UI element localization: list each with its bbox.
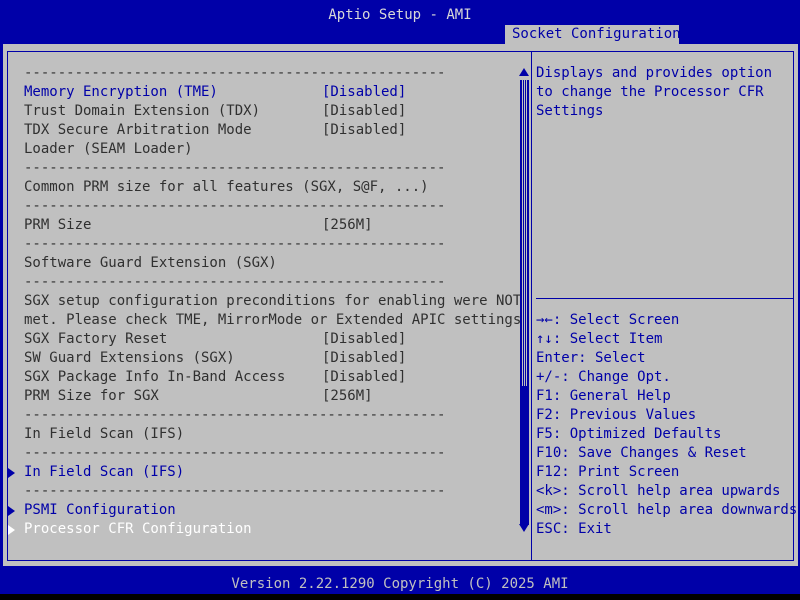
key-help-select-item: ↑↓: Select Item [536, 331, 663, 347]
key-help-f5: F5: Optimized Defaults [536, 426, 722, 442]
submenu-processor-cfr-configuration[interactable]: Processor CFR Configuration [24, 520, 252, 539]
section-heading-ifs: In Field Scan (IFS) [24, 426, 185, 442]
app-title: Aptio Setup - AMI [328, 7, 472, 23]
submenu-in-field-scan[interactable]: In Field Scan (IFS) [24, 463, 184, 482]
help-description-line: Settings [536, 103, 604, 119]
key-help-f1: F1: General Help [536, 388, 671, 404]
key-help-enter: Enter: Select [536, 350, 646, 366]
help-divider [536, 298, 794, 299]
setting-label-sw-guard: SW Guard Extensions (SGX) [24, 350, 235, 366]
separator: ----------------------------------------… [24, 160, 446, 176]
setting-label-tme[interactable]: Memory Encryption (TME) [24, 83, 218, 102]
submenu-arrow-icon [8, 463, 16, 482]
setting-value-sgx-factory-reset: [Disabled] [322, 331, 407, 347]
setting-label-prm-size-sgx: PRM Size for SGX [24, 388, 159, 404]
tab-socket-configuration[interactable]: Socket Configuration [505, 25, 681, 44]
setting-value-prm-size-sgx: [256M] [322, 388, 373, 404]
key-help-esc: ESC: Exit [536, 521, 612, 537]
setting-label-seam-loader: Loader (SEAM Loader) [24, 141, 193, 157]
section-heading-prm: Common PRM size for all features (SGX, S… [24, 179, 429, 195]
setting-label-tdx-seam: TDX Secure Arbitration Mode [24, 122, 252, 138]
setting-value-prm-size: [256M] [322, 217, 373, 233]
help-description-line: Displays and provides option [536, 65, 773, 81]
separator: ----------------------------------------… [24, 407, 446, 423]
setting-label-prm-size: PRM Size [24, 217, 92, 233]
key-help-change-opt: +/-: Change Opt. [536, 369, 671, 385]
setup-panel: ----------------------------------------… [3, 44, 798, 566]
section-heading-sgx: Software Guard Extension (SGX) [24, 255, 277, 271]
separator: ----------------------------------------… [24, 236, 446, 252]
key-help-scroll-down: <m>: Scroll help area downwards [536, 502, 798, 518]
separator: ----------------------------------------… [24, 274, 446, 290]
key-help-select-screen: →←: Select Screen [536, 312, 680, 328]
version-footer: Version 2.22.1290 Copyright (C) 2025 AMI [0, 575, 800, 594]
setting-label-tdx: Trust Domain Extension (TDX) [24, 103, 261, 119]
scrollbar-track-pattern [521, 80, 528, 386]
help-description-line: to change the Processor CFR [536, 84, 764, 100]
separator: ----------------------------------------… [24, 445, 446, 461]
bottom-edge [0, 594, 800, 600]
scroll-up-arrow-icon[interactable] [519, 68, 529, 76]
submenu-arrow-icon [8, 520, 16, 539]
sgx-note-line-1: SGX setup configuration preconditions fo… [24, 293, 522, 309]
submenu-psmi-configuration[interactable]: PSMI Configuration [24, 501, 176, 520]
key-help-scroll-up: <k>: Scroll help area upwards [536, 483, 781, 499]
setting-label-sgx-factory-reset: SGX Factory Reset [24, 331, 168, 347]
setting-label-sgx-package-info: SGX Package Info In-Band Access [24, 369, 286, 385]
setting-value-tdx-seam: [Disabled] [322, 122, 407, 138]
separator: ----------------------------------------… [24, 198, 446, 214]
sgx-note-line-2: met. Please check TME, MirrorMode or Ext… [24, 312, 530, 328]
title-bar: Aptio Setup - AMI Socket Configuration [0, 0, 800, 44]
key-help-f2: F2: Previous Values [536, 407, 697, 423]
scroll-down-arrow-icon[interactable] [519, 524, 529, 532]
key-help-f12: F12: Print Screen [536, 464, 680, 480]
panel-divider [531, 51, 532, 561]
separator: ----------------------------------------… [24, 65, 446, 81]
setting-value-sw-guard: [Disabled] [322, 350, 407, 366]
setting-value-tdx: [Disabled] [322, 103, 407, 119]
setting-value-tme[interactable]: [Disabled] [322, 83, 406, 102]
key-help-f10: F10: Save Changes & Reset [536, 445, 747, 461]
submenu-arrow-icon [8, 501, 16, 520]
setting-value-sgx-package-info: [Disabled] [322, 369, 407, 385]
separator: ----------------------------------------… [24, 483, 446, 499]
